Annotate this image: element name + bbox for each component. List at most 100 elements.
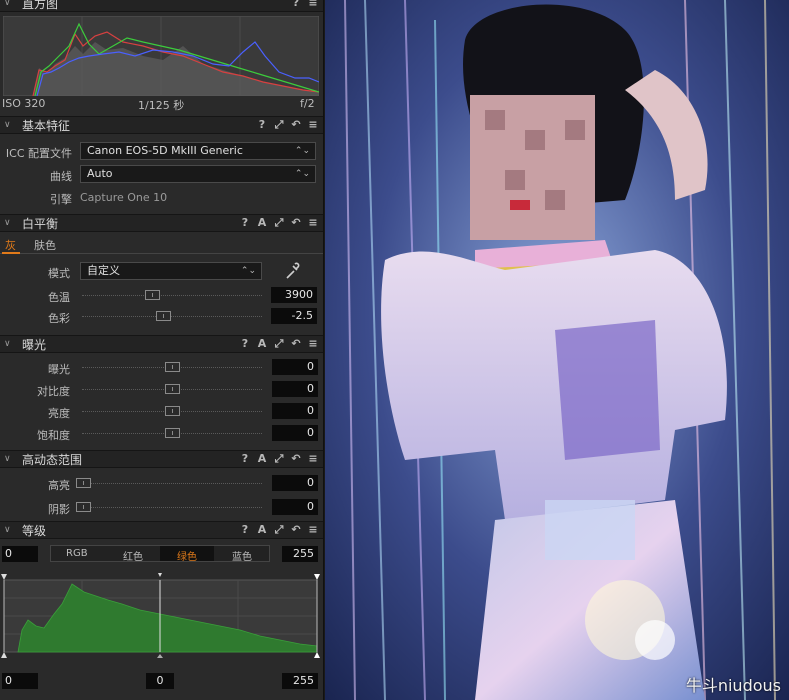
contrast-slider[interactable] bbox=[82, 384, 262, 394]
icc-profile-select[interactable]: Canon EOS-5D MkIII Generic ⌃⌄ bbox=[80, 142, 316, 160]
engine-value: Capture One 10 bbox=[80, 191, 168, 204]
updown-icon: ⌃⌄ bbox=[294, 169, 310, 179]
watermark: 牛斗niudous bbox=[685, 676, 781, 695]
tab-gray-indicator bbox=[2, 252, 20, 254]
auto-icon[interactable]: A bbox=[257, 523, 267, 537]
exposure-header[interactable]: ∨ 曝光 ? A ⤢ ↶ ≡ bbox=[0, 335, 323, 353]
base-characteristics-header[interactable]: ∨ 基本特征 ? ⤢ ↶ ≡ bbox=[0, 116, 323, 134]
channel-green[interactable]: 绿色 bbox=[177, 548, 197, 563]
photo-preview[interactable]: 牛斗niudous bbox=[325, 0, 789, 700]
brightness-value[interactable]: 0 bbox=[272, 403, 318, 419]
shadow-slider-knob[interactable] bbox=[76, 502, 91, 512]
temp-slider-knob[interactable] bbox=[145, 290, 160, 300]
tab-skin[interactable]: 肤色 bbox=[34, 237, 56, 253]
histogram-title: 直方图 bbox=[22, 0, 59, 11]
levels-input-high[interactable]: 255 bbox=[282, 546, 318, 562]
tint-slider-knob[interactable] bbox=[156, 311, 171, 321]
channel-red[interactable]: 红色 bbox=[123, 548, 143, 563]
tab-gray[interactable]: 灰 bbox=[5, 237, 16, 253]
levels-header[interactable]: ∨ 等级 ? A ⤢ ↶ ≡ bbox=[0, 521, 323, 539]
temp-label: 色温 bbox=[48, 291, 70, 304]
expand-icon[interactable]: ⤢ bbox=[274, 216, 284, 230]
brightness-slider[interactable] bbox=[82, 406, 262, 416]
hdr-header[interactable]: ∨ 高动态范围 ? A ⤢ ↶ ≡ bbox=[0, 450, 323, 468]
saturation-slider[interactable] bbox=[82, 428, 262, 438]
white-balance-header[interactable]: ∨ 白平衡 ? A ⤢ ↶ ≡ bbox=[0, 214, 323, 232]
brightness-slider-knob[interactable] bbox=[165, 406, 180, 416]
contrast-value[interactable]: 0 bbox=[272, 381, 318, 397]
chevron-down-icon[interactable]: ∨ bbox=[4, 339, 16, 349]
saturation-label: 饱和度 bbox=[37, 429, 70, 442]
curve-select[interactable]: Auto ⌃⌄ bbox=[80, 165, 316, 183]
hdr-title: 高动态范围 bbox=[22, 452, 83, 467]
chevron-down-icon[interactable]: ∨ bbox=[4, 525, 16, 535]
help-icon[interactable]: ? bbox=[240, 216, 250, 230]
tint-value[interactable]: -2.5 bbox=[271, 308, 317, 324]
chevron-down-icon[interactable]: ∨ bbox=[4, 454, 16, 464]
highlight-slider-knob[interactable] bbox=[76, 478, 91, 488]
reset-icon[interactable]: ↶ bbox=[291, 523, 301, 537]
temp-slider[interactable] bbox=[82, 290, 262, 300]
contrast-label: 对比度 bbox=[37, 385, 70, 398]
contrast-slider-knob[interactable] bbox=[165, 384, 180, 394]
chevron-down-icon[interactable]: ∨ bbox=[4, 0, 16, 8]
menu-icon[interactable]: ≡ bbox=[308, 0, 318, 9]
levels-output-low[interactable]: 0 bbox=[2, 673, 38, 689]
auto-icon[interactable]: A bbox=[257, 337, 267, 351]
channel-blue[interactable]: 蓝色 bbox=[232, 548, 252, 563]
auto-icon[interactable]: A bbox=[257, 452, 267, 466]
wb-mode-label: 模式 bbox=[48, 267, 70, 280]
levels-input-low[interactable]: 0 bbox=[2, 546, 38, 562]
reset-icon[interactable]: ↶ bbox=[291, 118, 301, 132]
curve-value: Auto bbox=[87, 167, 113, 180]
reset-icon[interactable]: ↶ bbox=[291, 216, 301, 230]
saturation-slider-knob[interactable] bbox=[165, 428, 180, 438]
menu-icon[interactable]: ≡ bbox=[308, 523, 318, 537]
exposure-value[interactable]: 0 bbox=[272, 359, 318, 375]
menu-icon[interactable]: ≡ bbox=[308, 216, 318, 230]
histogram-header[interactable]: ∨ 直方图 ? ≡ bbox=[0, 0, 323, 12]
help-icon[interactable]: ? bbox=[257, 118, 267, 132]
shadow-value[interactable]: 0 bbox=[272, 499, 318, 515]
expand-icon[interactable]: ⤢ bbox=[274, 523, 284, 537]
levels-histogram[interactable] bbox=[0, 570, 324, 662]
menu-icon[interactable]: ≡ bbox=[308, 118, 318, 132]
exposure-slider[interactable] bbox=[82, 362, 262, 372]
menu-icon[interactable]: ≡ bbox=[308, 337, 318, 351]
curve-label: 曲线 bbox=[50, 170, 72, 183]
levels-white-handle[interactable] bbox=[314, 574, 320, 580]
levels-output-mid[interactable]: 0 bbox=[146, 673, 174, 689]
expand-icon[interactable]: ⤢ bbox=[274, 118, 284, 132]
reset-icon[interactable]: ↶ bbox=[291, 452, 301, 466]
channel-rgb[interactable]: RGB bbox=[66, 548, 88, 559]
exposure-label: 曝光 bbox=[48, 363, 70, 376]
highlight-value[interactable]: 0 bbox=[272, 475, 318, 491]
help-icon[interactable]: ? bbox=[240, 523, 250, 537]
highlight-slider[interactable] bbox=[76, 478, 262, 488]
saturation-value[interactable]: 0 bbox=[272, 425, 318, 441]
temp-value[interactable]: 3900 bbox=[271, 287, 317, 303]
auto-icon[interactable]: A bbox=[257, 216, 267, 230]
help-icon[interactable]: ? bbox=[240, 337, 250, 351]
highlight-label: 高亮 bbox=[48, 479, 70, 492]
levels-mid-handle[interactable] bbox=[158, 573, 162, 577]
tint-slider[interactable] bbox=[82, 311, 262, 321]
shadow-slider[interactable] bbox=[76, 502, 262, 512]
exposure-title: 曝光 bbox=[22, 337, 47, 352]
eyedropper-icon[interactable] bbox=[284, 262, 300, 280]
icc-profile-value: Canon EOS-5D MkIII Generic bbox=[87, 144, 243, 157]
chevron-down-icon[interactable]: ∨ bbox=[4, 120, 16, 130]
exposure-slider-knob[interactable] bbox=[165, 362, 180, 372]
help-icon[interactable]: ? bbox=[240, 452, 250, 466]
levels-output-high[interactable]: 255 bbox=[282, 673, 318, 689]
base-characteristics-title: 基本特征 bbox=[22, 118, 71, 133]
levels-black-handle[interactable] bbox=[1, 574, 7, 580]
expand-icon[interactable]: ⤢ bbox=[274, 452, 284, 466]
expand-icon[interactable]: ⤢ bbox=[274, 337, 284, 351]
help-icon[interactable]: ? bbox=[291, 0, 301, 9]
reset-icon[interactable]: ↶ bbox=[291, 337, 301, 351]
photo-image bbox=[325, 0, 789, 700]
wb-mode-select[interactable]: 自定义 ⌃⌄ bbox=[80, 262, 262, 280]
menu-icon[interactable]: ≡ bbox=[308, 452, 318, 466]
chevron-down-icon[interactable]: ∨ bbox=[4, 218, 16, 228]
